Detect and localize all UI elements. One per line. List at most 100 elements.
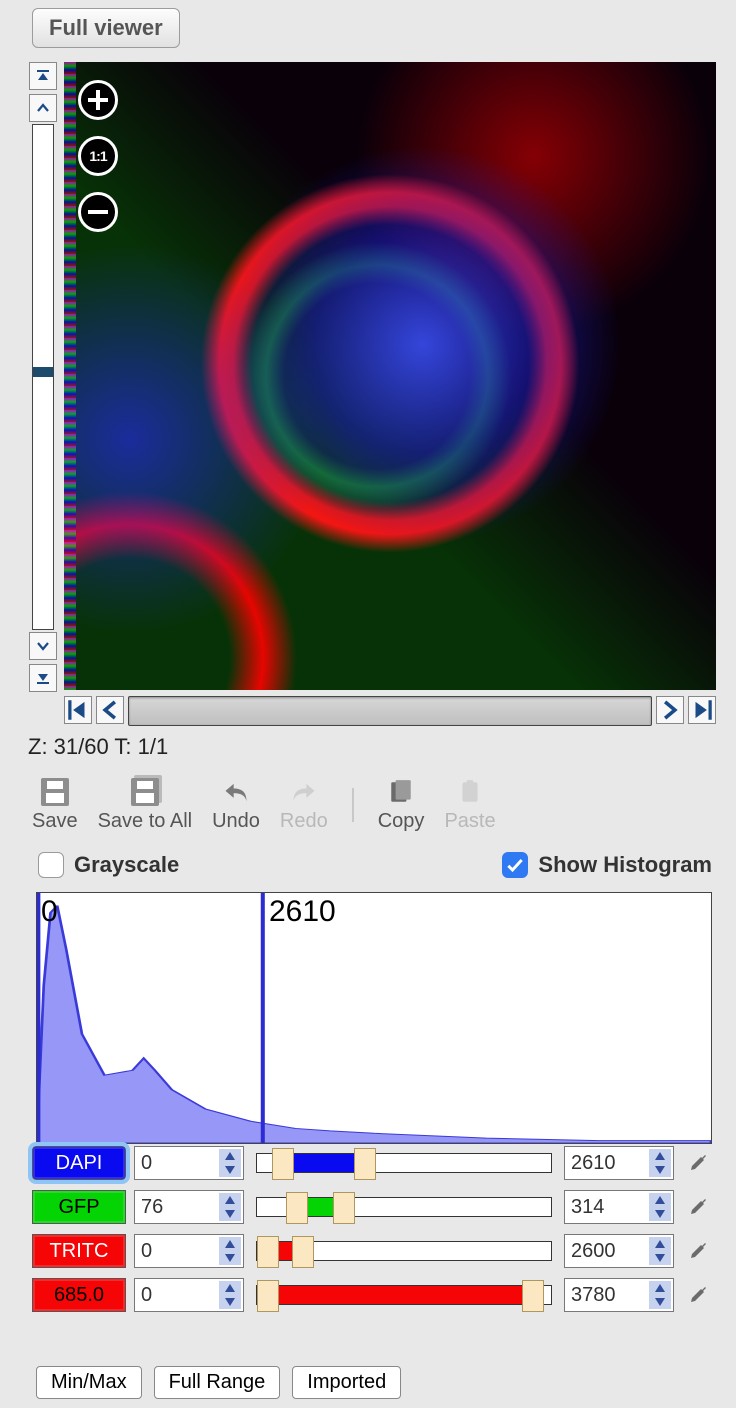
channel-min-input[interactable]: 0 [134, 1146, 244, 1180]
channel-min-input[interactable]: 0 [134, 1234, 244, 1268]
histogram-window-min: 0 [41, 895, 58, 929]
save-icon [37, 776, 73, 808]
t-step-next-button[interactable] [656, 696, 684, 724]
channel-max-value: 3780 [571, 1284, 616, 1307]
color-picker-button[interactable] [682, 1280, 712, 1310]
t-slider-track[interactable] [128, 696, 652, 726]
image-edge-artifact [64, 62, 76, 690]
show-histogram-label: Show Histogram [538, 852, 712, 878]
image-viewport[interactable]: 1:1 [64, 62, 716, 690]
color-picker-button[interactable] [682, 1192, 712, 1222]
t-step-prev-button[interactable] [96, 696, 124, 724]
z-step-up-button[interactable] [29, 94, 57, 122]
toolbar-separator [352, 788, 354, 822]
range-thumb-min[interactable] [272, 1148, 294, 1180]
histogram-panel[interactable]: 0 2610 [36, 892, 712, 1144]
save-to-all-label: Save to All [98, 810, 193, 833]
channel-max-value: 2600 [571, 1240, 616, 1263]
z-slider-thumb[interactable] [33, 367, 53, 377]
spin-arrows[interactable] [219, 1281, 241, 1309]
range-thumb-min[interactable] [286, 1192, 308, 1224]
grayscale-checkbox[interactable] [38, 852, 64, 878]
redo-button[interactable]: Redo [280, 776, 328, 833]
min-max-button[interactable]: Min/Max [36, 1366, 142, 1399]
range-thumb-max[interactable] [333, 1192, 355, 1224]
grayscale-label: Grayscale [74, 852, 179, 878]
channel-max-input[interactable]: 314 [564, 1190, 674, 1224]
spin-arrows[interactable] [649, 1149, 671, 1177]
histogram-window-max: 2610 [269, 895, 336, 929]
jump-top-icon [35, 68, 51, 84]
histogram-options-row: Grayscale Show Histogram [38, 852, 712, 878]
copy-icon [383, 776, 419, 808]
range-thumb-min[interactable] [257, 1280, 279, 1312]
z-jump-top-button[interactable] [29, 62, 57, 90]
channel-range-slider[interactable] [256, 1241, 552, 1261]
jump-start-icon [65, 697, 91, 723]
full-viewer-button[interactable]: Full viewer [32, 8, 180, 48]
channel-toggle-button[interactable]: TRITC [32, 1234, 126, 1268]
t-jump-start-button[interactable] [64, 696, 92, 724]
save-label: Save [32, 810, 78, 833]
spin-arrows[interactable] [219, 1193, 241, 1221]
undo-icon [218, 776, 254, 808]
check-icon [505, 855, 525, 875]
channel-max-input[interactable]: 2610 [564, 1146, 674, 1180]
channel-max-input[interactable]: 3780 [564, 1278, 674, 1312]
spin-arrows[interactable] [649, 1281, 671, 1309]
jump-bottom-icon [35, 670, 51, 686]
full-range-button[interactable]: Full Range [154, 1366, 281, 1399]
t-jump-end-button[interactable] [688, 696, 716, 724]
channel-toggle-button[interactable]: DAPI [32, 1146, 126, 1180]
paste-button[interactable]: Paste [444, 776, 495, 833]
channel-row: GFP76 314 [32, 1190, 712, 1224]
range-thumb-max[interactable] [354, 1148, 376, 1180]
range-preset-buttons: Min/Max Full Range Imported [36, 1366, 401, 1399]
range-thumb-max[interactable] [522, 1280, 544, 1312]
z-step-down-button[interactable] [29, 632, 57, 660]
channel-row: TRITC 0 2600 [32, 1234, 712, 1268]
spin-arrows[interactable] [649, 1237, 671, 1265]
channel-min-input[interactable]: 76 [134, 1190, 244, 1224]
channel-row: DAPI0 2610 [32, 1146, 712, 1180]
channel-row: 685.0 0 3780 [32, 1278, 712, 1312]
channel-toggle-button[interactable]: 685.0 [32, 1278, 126, 1312]
channel-range-slider[interactable] [256, 1285, 552, 1305]
copy-label: Copy [378, 810, 425, 833]
z-jump-bottom-button[interactable] [29, 664, 57, 692]
channel-max-input[interactable]: 2600 [564, 1234, 674, 1268]
paste-label: Paste [444, 810, 495, 833]
zoom-in-button[interactable] [78, 80, 118, 120]
imported-button[interactable]: Imported [292, 1366, 401, 1399]
t-slider-strip [64, 696, 716, 726]
channel-range-slider[interactable] [256, 1153, 552, 1173]
zoom-controls: 1:1 [78, 80, 118, 232]
channel-toggle-button[interactable]: GFP [32, 1190, 126, 1224]
spin-arrows[interactable] [649, 1193, 671, 1221]
color-picker-button[interactable] [682, 1148, 712, 1178]
range-thumb-max[interactable] [292, 1236, 314, 1268]
show-histogram-checkbox[interactable] [502, 852, 528, 878]
zoom-out-button[interactable] [78, 192, 118, 232]
chevron-right-icon [657, 697, 683, 723]
spin-arrows[interactable] [219, 1237, 241, 1265]
save-to-all-button[interactable]: Save to All [98, 776, 193, 833]
chevron-up-icon [35, 100, 51, 116]
range-thumb-min[interactable] [257, 1236, 279, 1268]
channel-min-value: 0 [141, 1284, 152, 1307]
color-picker-button[interactable] [682, 1236, 712, 1266]
z-slider-track[interactable] [32, 124, 54, 630]
channel-min-input[interactable]: 0 [134, 1278, 244, 1312]
undo-button[interactable]: Undo [212, 776, 260, 833]
zoom-1to1-button[interactable]: 1:1 [78, 136, 118, 176]
save-button[interactable]: Save [32, 776, 78, 833]
channel-range-slider[interactable] [256, 1197, 552, 1217]
save-all-icon [127, 776, 163, 808]
range-fill [257, 1286, 527, 1304]
spin-arrows[interactable] [219, 1149, 241, 1177]
microscopy-image [64, 62, 716, 690]
channel-min-value: 0 [141, 1240, 152, 1263]
copy-button[interactable]: Copy [378, 776, 425, 833]
histogram-plot [37, 893, 711, 1143]
z-t-status-text: Z: 31/60 T: 1/1 [28, 734, 168, 760]
